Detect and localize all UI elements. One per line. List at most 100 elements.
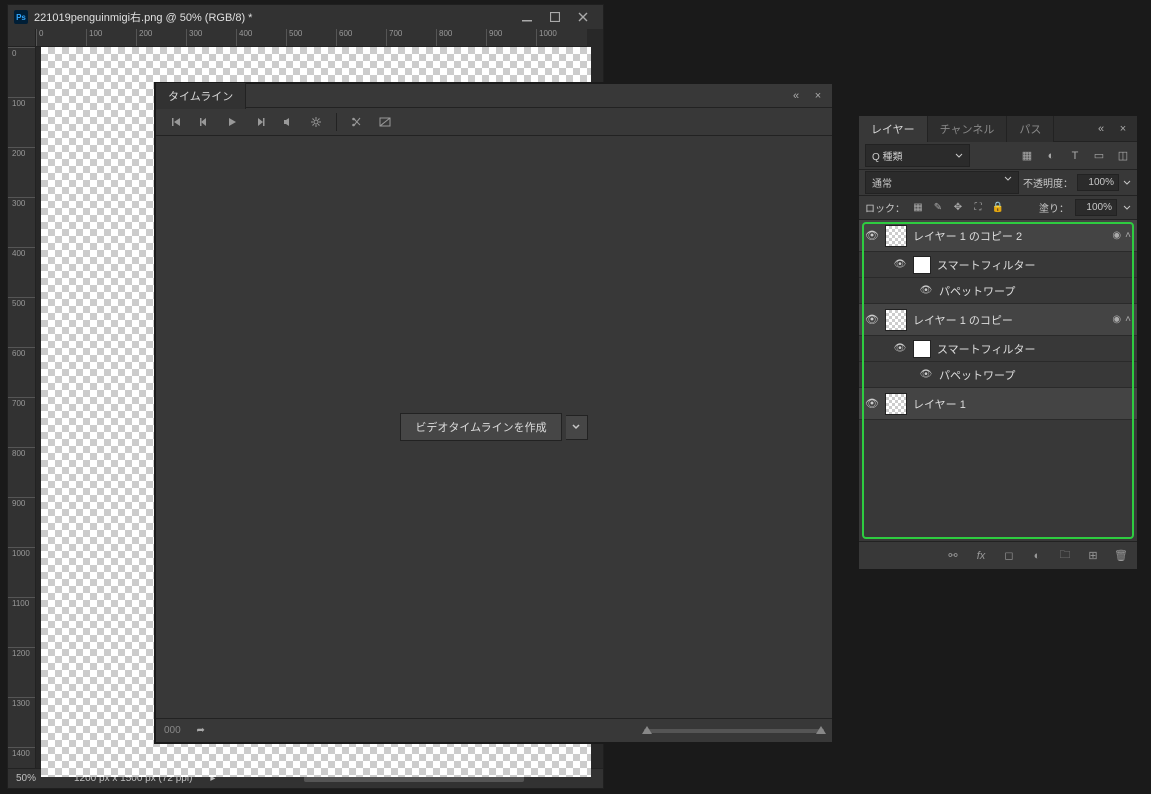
minimize-button[interactable] xyxy=(513,7,541,27)
visibility-toggle[interactable]: 👁 xyxy=(865,313,879,326)
collapse-icon[interactable]: « xyxy=(788,88,804,104)
tab-channels[interactable]: チャンネル xyxy=(928,116,1008,142)
lock-artboard-icon[interactable]: ⛶ xyxy=(971,201,985,215)
delete-layer-icon[interactable]: 🗑 xyxy=(1113,548,1129,564)
filter-name[interactable]: パペットワープ xyxy=(939,367,1131,383)
document-title: 221019penguinmigi右.png @ 50% (RGB/8) * xyxy=(34,9,507,25)
layer-filter-select[interactable]: Q 種類 xyxy=(865,144,970,167)
layer-tree: 👁 レイヤー 1 のコピー 2 ◉ ˄ 👁 スマートフィルター 👁 パペットワープ… xyxy=(859,220,1137,541)
layer-row[interactable]: 👁 レイヤー 1 xyxy=(859,388,1137,420)
tab-paths[interactable]: パス xyxy=(1007,116,1054,142)
expand-icon[interactable]: ˄ xyxy=(1125,314,1131,325)
layer-thumbnail[interactable] xyxy=(885,309,907,331)
close-button[interactable] xyxy=(569,7,597,27)
ruler-horizontal[interactable]: 01002003004005006007008009001000 xyxy=(36,29,587,47)
separator xyxy=(336,113,337,131)
layer-filter-row: Q 種類 ▦ ◐ T ▭ ◫ xyxy=(859,142,1137,170)
timeline-panel: タイムライン « × ビデオタイムラインを作成 000 ➦ xyxy=(155,83,833,743)
expand-icon[interactable]: ˄ xyxy=(1125,230,1131,241)
layers-tabs: レイヤー チャンネル パス « × xyxy=(859,116,1137,142)
timeline-settings-button[interactable] xyxy=(304,111,328,133)
smart-filters-row[interactable]: 👁 スマートフィルター xyxy=(859,336,1137,362)
smart-filters-label: スマートフィルター xyxy=(937,341,1131,357)
close-icon[interactable]: × xyxy=(810,88,826,104)
filter-mask-thumbnail[interactable] xyxy=(913,256,931,274)
layers-footer: ⚯ fx ◻ ◐ 🗀 ⊞ 🗑 xyxy=(859,541,1137,569)
layer-row[interactable]: 👁 レイヤー 1 のコピー 2 ◉ ˄ xyxy=(859,220,1137,252)
adjustment-layer-icon[interactable]: ◐ xyxy=(1029,548,1045,564)
frame-counter: 000 xyxy=(164,725,181,736)
layer-name[interactable]: レイヤー 1 xyxy=(913,396,1131,412)
document-titlebar: Ps 221019penguinmigi右.png @ 50% (RGB/8) … xyxy=(8,5,603,29)
lock-all-icon[interactable]: 🔒 xyxy=(991,201,1005,215)
window-controls xyxy=(513,7,597,27)
link-layers-icon[interactable]: ⚯ xyxy=(945,548,961,564)
filter-smart-icon[interactable]: ◫ xyxy=(1115,148,1131,164)
fill-chevron-icon[interactable] xyxy=(1123,204,1131,212)
timeline-header: タイムライン « × xyxy=(156,84,832,108)
ruler-vertical[interactable]: 0100200300400500600700800900100011001200… xyxy=(8,47,36,768)
create-video-timeline: ビデオタイムラインを作成 xyxy=(400,413,587,441)
layers-panel: レイヤー チャンネル パス « × Q 種類 ▦ ◐ T ▭ ◫ 通常 不透明度… xyxy=(858,115,1138,570)
transition-button[interactable] xyxy=(373,111,397,133)
filter-item-row[interactable]: 👁 パペットワープ xyxy=(859,362,1137,388)
timeline-tab[interactable]: タイムライン xyxy=(156,83,246,109)
previous-frame-button[interactable] xyxy=(192,111,216,133)
layer-thumbnail[interactable] xyxy=(885,393,907,415)
timeline-footer: 000 ➦ xyxy=(156,718,832,742)
new-layer-icon[interactable]: ⊞ xyxy=(1085,548,1101,564)
layer-name[interactable]: レイヤー 1 のコピー 2 xyxy=(913,228,1106,244)
close-icon[interactable]: × xyxy=(1115,121,1131,137)
convert-frames-icon[interactable]: ➦ xyxy=(193,723,209,739)
lock-pixels-icon[interactable]: ✎ xyxy=(931,201,945,215)
blend-mode-row: 通常 不透明度： 100% xyxy=(859,170,1137,196)
fill-value[interactable]: 100% xyxy=(1075,199,1117,216)
visibility-toggle[interactable]: 👁 xyxy=(893,259,907,270)
maximize-button[interactable] xyxy=(541,7,569,27)
timeline-zoom-slider[interactable] xyxy=(644,729,824,733)
opacity-value[interactable]: 100% xyxy=(1077,174,1119,191)
go-to-first-frame-button[interactable] xyxy=(164,111,188,133)
smart-filters-label: スマートフィルター xyxy=(937,257,1131,273)
visibility-toggle[interactable]: 👁 xyxy=(865,397,879,410)
play-button[interactable] xyxy=(220,111,244,133)
filter-name[interactable]: パペットワープ xyxy=(939,283,1131,299)
filter-adjustment-icon[interactable]: ◐ xyxy=(1043,148,1059,164)
lock-row: ロック： ▦ ✎ ✥ ⛶ 🔒 塗り： 100% xyxy=(859,196,1137,220)
tab-layers[interactable]: レイヤー xyxy=(859,116,928,142)
smart-filters-row[interactable]: 👁 スマートフィルター xyxy=(859,252,1137,278)
blend-mode-select[interactable]: 通常 xyxy=(865,171,1019,194)
smart-object-icon: ◉ xyxy=(1112,314,1121,325)
visibility-toggle[interactable]: 👁 xyxy=(919,285,933,296)
fill-label: 塗り： xyxy=(1039,200,1069,215)
create-timeline-dropdown[interactable] xyxy=(566,415,588,440)
layer-name[interactable]: レイヤー 1 のコピー xyxy=(913,312,1106,328)
smart-object-icon: ◉ xyxy=(1112,230,1121,241)
opacity-label: 不透明度： xyxy=(1023,175,1073,190)
layer-row[interactable]: 👁 レイヤー 1 のコピー ◉ ˄ xyxy=(859,304,1137,336)
opacity-chevron-icon[interactable] xyxy=(1123,179,1131,187)
filter-mask-thumbnail[interactable] xyxy=(913,340,931,358)
collapse-icon[interactable]: « xyxy=(1093,121,1109,137)
lock-position-icon[interactable]: ✥ xyxy=(951,201,965,215)
create-video-timeline-button[interactable]: ビデオタイムラインを作成 xyxy=(400,413,561,441)
filter-shape-icon[interactable]: ▭ xyxy=(1091,148,1107,164)
filter-item-row[interactable]: 👁 パペットワープ xyxy=(859,278,1137,304)
layer-style-icon[interactable]: fx xyxy=(973,548,989,564)
lock-transparency-icon[interactable]: ▦ xyxy=(911,201,925,215)
photoshop-icon: Ps xyxy=(14,10,28,24)
visibility-toggle[interactable]: 👁 xyxy=(865,229,879,242)
next-frame-button[interactable] xyxy=(248,111,272,133)
filter-pixel-icon[interactable]: ▦ xyxy=(1019,148,1035,164)
timeline-toolbar xyxy=(156,108,832,136)
group-icon[interactable]: 🗀 xyxy=(1057,548,1073,564)
filter-type-icon[interactable]: T xyxy=(1067,148,1083,164)
timeline-body: ビデオタイムラインを作成 xyxy=(156,136,832,718)
visibility-toggle[interactable]: 👁 xyxy=(893,343,907,354)
visibility-toggle[interactable]: 👁 xyxy=(919,369,933,380)
layer-thumbnail[interactable] xyxy=(885,225,907,247)
lock-label: ロック： xyxy=(865,200,905,215)
layer-mask-icon[interactable]: ◻ xyxy=(1001,548,1017,564)
audio-mute-button[interactable] xyxy=(276,111,300,133)
split-clip-button[interactable] xyxy=(345,111,369,133)
